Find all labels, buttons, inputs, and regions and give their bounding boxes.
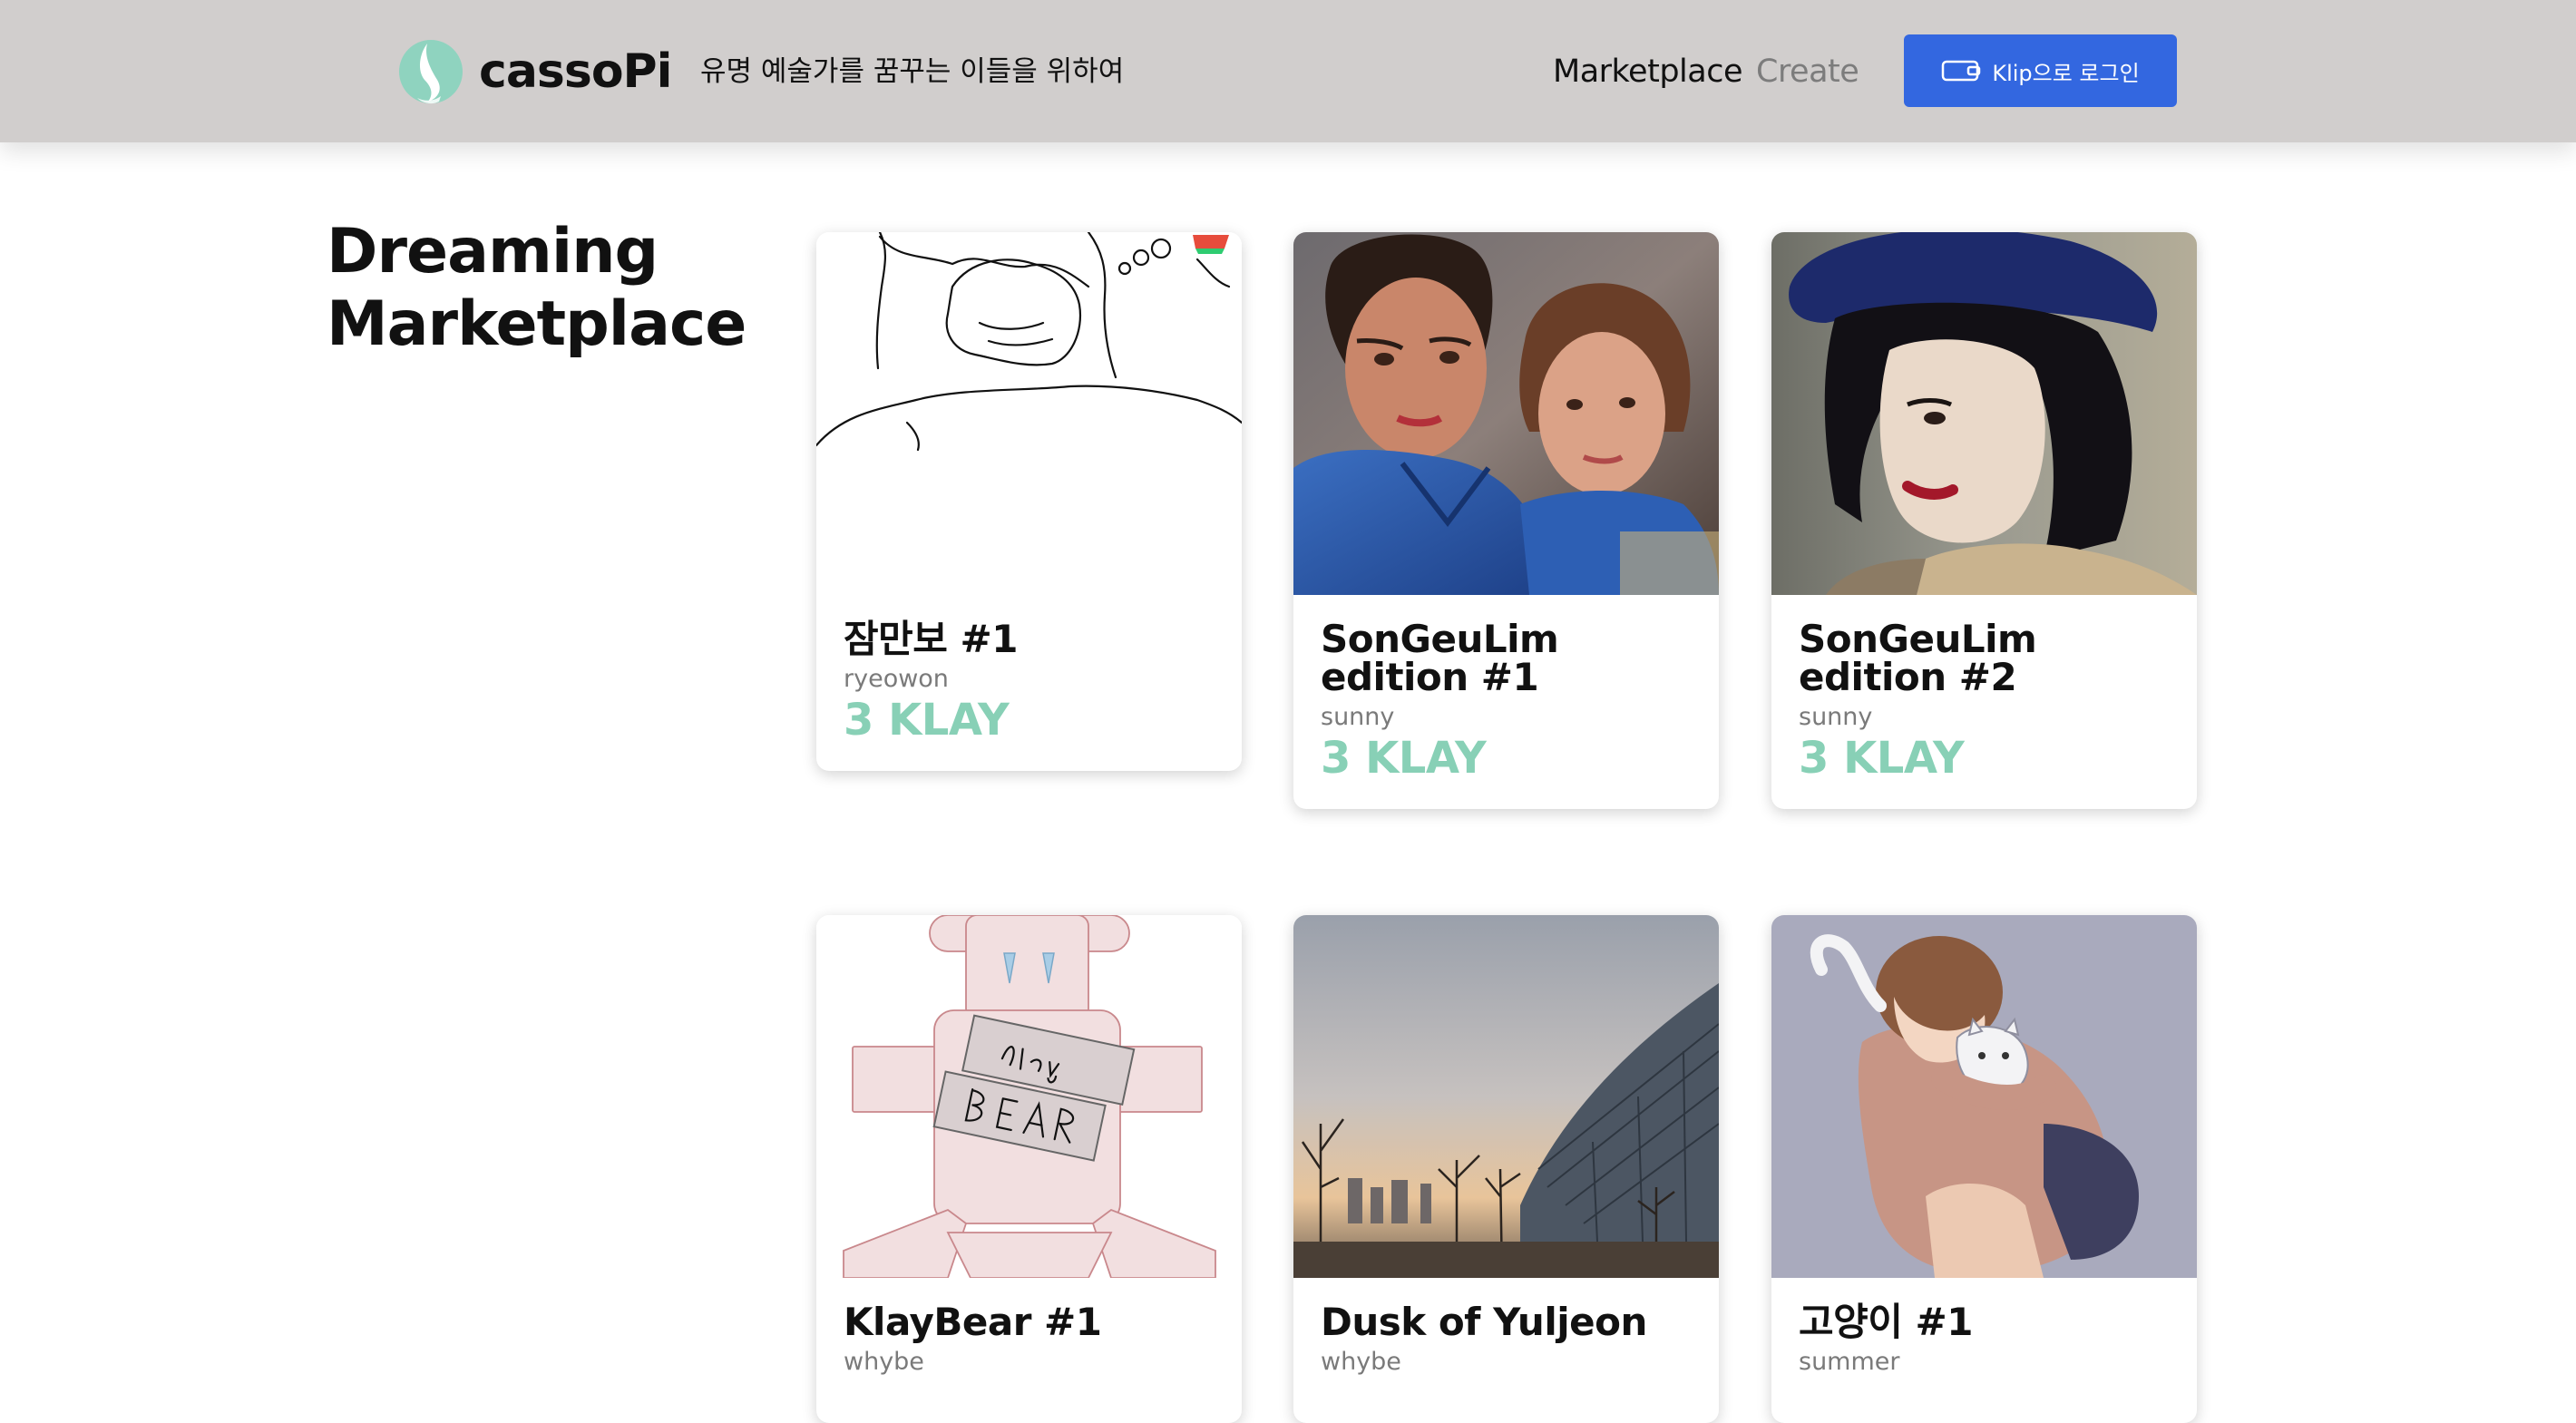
- nav-marketplace-link[interactable]: Marketplace: [1553, 47, 1742, 96]
- artwork-image: [1293, 232, 1719, 595]
- brand-name[interactable]: cassoPi: [479, 40, 672, 103]
- klip-login-button[interactable]: Klip으로 로그인: [1904, 34, 2177, 107]
- card-artist: whybe: [844, 1348, 924, 1376]
- card-artist: whybe: [1321, 1348, 1401, 1376]
- card-artist: sunny: [1321, 703, 1395, 731]
- artwork-image: [816, 232, 1242, 595]
- card-price: 3 KLAY: [844, 695, 1010, 746]
- card-price: 3 KLAY: [1799, 733, 1965, 784]
- page-title: Dreaming Marketplace: [327, 216, 746, 361]
- card-title: Dusk of Yuljeon: [1321, 1300, 1647, 1344]
- top-nav-bar: cassoPi 유명 예술가를 꿈꾸는 이들을 위하여 Marketplace …: [0, 0, 2576, 142]
- nft-card[interactable]: KlayBear #1 whybe: [816, 915, 1242, 1423]
- card-artist: ryeowon: [844, 665, 949, 693]
- nft-card[interactable]: 잠만보 #1 ryeowon 3 KLAY: [816, 232, 1242, 771]
- card-title: 잠만보 #1: [844, 617, 1018, 661]
- card-artist: summer: [1799, 1348, 1900, 1376]
- card-title: 고양이 #1: [1799, 1300, 1973, 1344]
- card-artist: sunny: [1799, 703, 1873, 731]
- tagline: 유명 예술가를 꿈꾸는 이들을 위하여: [700, 55, 1125, 88]
- page-title-line-1: Dreaming: [327, 216, 659, 288]
- page-title-line-2: Marketplace: [327, 288, 746, 360]
- brush-logo-icon[interactable]: [397, 38, 464, 105]
- wallet-icon: [1942, 60, 1981, 82]
- artwork-image: [1293, 915, 1719, 1278]
- card-title: KlayBear #1: [844, 1300, 1102, 1344]
- nft-card[interactable]: Dusk of Yuljeon whybe: [1293, 915, 1719, 1423]
- nft-card[interactable]: SonGeuLim edition #1 sunny 3 KLAY: [1293, 232, 1719, 809]
- nav-create-link[interactable]: Create: [1756, 47, 1859, 96]
- artwork-image: [816, 915, 1242, 1278]
- card-title: SonGeuLim edition #1: [1321, 617, 1559, 699]
- artwork-image: [1771, 915, 2197, 1278]
- artwork-image: [1771, 232, 2197, 595]
- nft-card[interactable]: 고양이 #1 summer: [1771, 915, 2197, 1423]
- login-button-label: Klip으로 로그인: [1992, 60, 2140, 86]
- nft-card[interactable]: SonGeuLim edition #2 sunny 3 KLAY: [1771, 232, 2197, 809]
- card-price: 3 KLAY: [1321, 733, 1487, 784]
- card-title: SonGeuLim edition #2: [1799, 617, 2037, 699]
